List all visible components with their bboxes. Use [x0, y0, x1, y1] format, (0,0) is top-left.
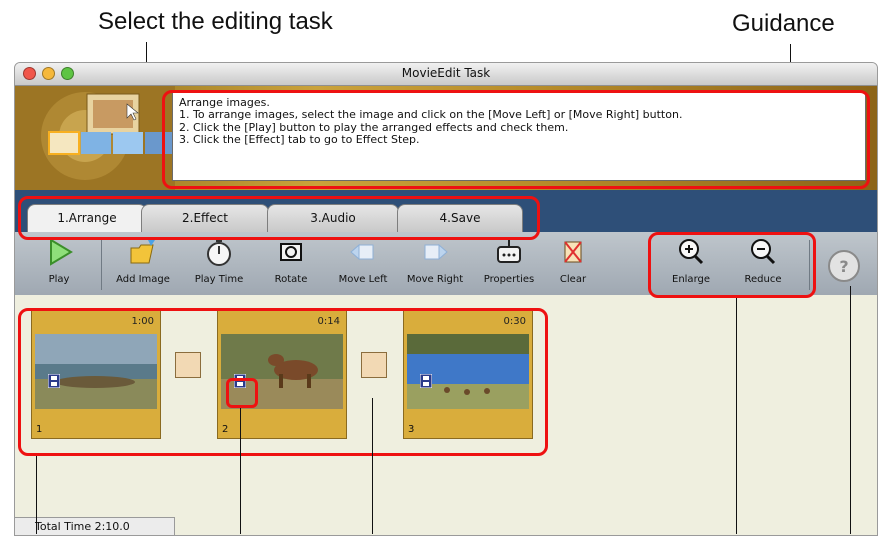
banner-artwork-icon [15, 86, 175, 190]
play-button[interactable]: Play [23, 236, 95, 294]
add-image-button[interactable]: Add Image [107, 236, 179, 294]
highlight-zoom-buttons [648, 232, 816, 298]
callout-select-task: Select the editing task [98, 8, 333, 35]
play-icon [50, 238, 73, 266]
move-right-button[interactable]: Move Right [399, 236, 471, 294]
highlight-storyboard [18, 308, 548, 456]
help-button[interactable]: ? [819, 236, 869, 294]
rotate-button[interactable]: Rotate [255, 236, 327, 294]
clear-icon [564, 241, 582, 263]
clear-label: Clear [559, 274, 587, 285]
rotate-label: Rotate [274, 274, 308, 285]
callout-guidance: Guidance [732, 10, 835, 37]
move-left-button[interactable]: Move Left [327, 236, 399, 294]
properties-icon [497, 239, 521, 263]
play-time-button[interactable]: Play Time [183, 236, 255, 294]
arrow-right-icon [424, 243, 448, 261]
folder-add-icon [130, 238, 155, 264]
properties-button[interactable]: Properties [473, 236, 545, 294]
move-left-label: Move Left [338, 274, 388, 285]
clear-button[interactable]: Clear [537, 236, 609, 294]
properties-label: Properties [483, 274, 535, 285]
leader-line [850, 286, 851, 534]
help-icon: ? [828, 250, 860, 282]
add-image-label: Add Image [116, 274, 170, 285]
stopwatch-icon [207, 238, 231, 266]
rotate-icon [280, 243, 302, 261]
play-time-label: Play Time [194, 274, 244, 285]
svg-text:?: ? [839, 257, 848, 276]
title-bar[interactable]: MovieEdit Task [15, 63, 877, 86]
leader-line [736, 298, 737, 534]
leader-line [240, 408, 241, 534]
leader-line [372, 398, 373, 534]
move-right-label: Move Right [406, 274, 464, 285]
highlight-guidance [162, 90, 870, 189]
toolbar-divider [101, 240, 102, 290]
highlight-tabs [18, 196, 540, 240]
leader-line [36, 456, 37, 534]
arrow-left-icon [350, 243, 374, 261]
window-title: MovieEdit Task [401, 66, 491, 80]
highlight-film-icon [226, 378, 258, 408]
play-label: Play [48, 274, 70, 285]
total-time-status: Total Time 2:10.0 [15, 517, 175, 535]
